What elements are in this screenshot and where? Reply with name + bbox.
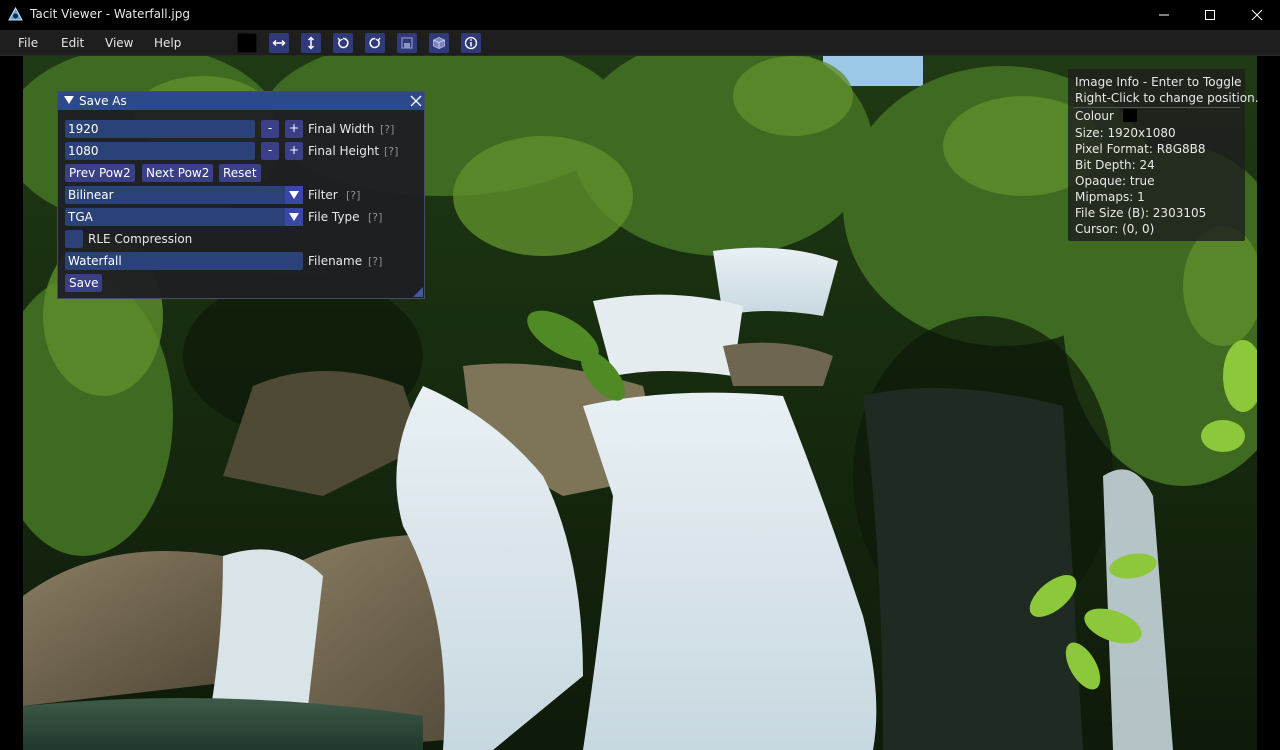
- flip-horizontal-icon: [272, 39, 286, 47]
- image-info-overlay[interactable]: Image Info - Enter to Toggle Right-Click…: [1068, 69, 1259, 241]
- save-as-header[interactable]: Save As: [58, 92, 424, 110]
- width-help[interactable]: [?]: [380, 123, 394, 136]
- info-icon: [464, 36, 478, 50]
- collapse-triangle-icon[interactable]: [64, 96, 74, 104]
- save-button[interactable]: [397, 33, 417, 53]
- rotate-ccw-icon: [337, 37, 349, 49]
- info-position-hint: Right-Click to change position.: [1075, 91, 1259, 105]
- final-width-label: Final Width: [308, 122, 375, 136]
- filter-dropdown-arrow-icon[interactable]: [285, 186, 303, 204]
- flip-horizontal-button[interactable]: [269, 33, 289, 53]
- menu-bar: File Edit View Help: [0, 30, 1280, 56]
- next-pow2-button[interactable]: Next Pow2: [142, 164, 214, 182]
- height-decrement-button[interactable]: -: [261, 142, 279, 160]
- flip-vertical-button[interactable]: [301, 33, 321, 53]
- rotate-ccw-button[interactable]: [333, 33, 353, 53]
- file-type-dropdown-arrow-icon[interactable]: [285, 208, 303, 226]
- save-as-title: Save As: [79, 94, 127, 108]
- minimize-icon: [1159, 14, 1169, 16]
- colour-swatch-button[interactable]: [237, 33, 257, 53]
- file-type-help[interactable]: [?]: [368, 211, 382, 224]
- info-pixel-format: Pixel Format: R8G8B8: [1075, 142, 1206, 156]
- reset-button[interactable]: Reset: [219, 164, 261, 182]
- info-toggle-hint: Image Info - Enter to Toggle: [1075, 75, 1242, 89]
- height-help[interactable]: [?]: [384, 145, 398, 158]
- rotate-cw-icon: [369, 37, 381, 49]
- info-file-size: File Size (B): 2303105: [1075, 206, 1207, 220]
- close-icon: [1251, 9, 1263, 21]
- close-window-button[interactable]: [1234, 0, 1280, 30]
- resize-grip-icon[interactable]: [413, 287, 423, 297]
- filename-help[interactable]: [?]: [368, 255, 382, 268]
- info-size: Size: 1920x1080: [1075, 126, 1176, 140]
- minimize-button[interactable]: [1141, 0, 1187, 30]
- height-increment-button[interactable]: +: [285, 142, 303, 160]
- filter-help[interactable]: [?]: [346, 189, 360, 202]
- save-file-button[interactable]: Save: [65, 274, 103, 292]
- rle-compression-label: RLE Compression: [88, 232, 193, 246]
- window-title: Tacit Viewer - Waterfall.jpg: [30, 7, 191, 21]
- info-cursor: Cursor: (0, 0): [1075, 222, 1155, 236]
- prev-pow2-button[interactable]: Prev Pow2: [65, 164, 135, 182]
- rotate-cw-button[interactable]: [365, 33, 385, 53]
- filter-select[interactable]: Bilinear: [65, 186, 303, 204]
- title-bar: Tacit Viewer - Waterfall.jpg: [0, 0, 1280, 30]
- filename-input[interactable]: Waterfall: [65, 252, 303, 270]
- save-disk-icon: [401, 37, 413, 49]
- file-type-label: File Type: [308, 210, 360, 224]
- filter-label: Filter: [308, 188, 338, 202]
- save-as-panel: Save As 1920 - + Final Width [?] 1080 - …: [57, 91, 425, 299]
- flip-vertical-icon: [307, 36, 315, 50]
- menu-help[interactable]: Help: [154, 36, 181, 50]
- final-height-label: Final Height: [308, 144, 380, 158]
- width-input[interactable]: 1920: [65, 120, 255, 138]
- maximize-button[interactable]: [1187, 0, 1233, 30]
- maximize-icon: [1205, 10, 1215, 20]
- menu-file[interactable]: File: [18, 36, 38, 50]
- info-opaque: Opaque: true: [1075, 174, 1155, 188]
- menu-edit[interactable]: Edit: [61, 36, 84, 50]
- width-decrement-button[interactable]: -: [261, 120, 279, 138]
- info-bit-depth: Bit Depth: 24: [1075, 158, 1155, 172]
- info-colour-swatch: [1123, 109, 1137, 122]
- menu-view[interactable]: View: [105, 36, 133, 50]
- width-increment-button[interactable]: +: [285, 120, 303, 138]
- cube-icon: [433, 37, 445, 49]
- height-input[interactable]: 1080: [65, 142, 255, 160]
- cube-button[interactable]: [429, 33, 449, 53]
- file-type-select[interactable]: TGA: [65, 208, 303, 226]
- info-button[interactable]: [461, 33, 481, 53]
- rle-compression-checkbox[interactable]: [65, 230, 83, 248]
- info-divider: [1073, 107, 1240, 108]
- filename-label: Filename: [308, 254, 363, 268]
- close-icon[interactable]: [410, 95, 422, 107]
- app-icon: [8, 7, 23, 21]
- info-colour-label: Colour: [1075, 109, 1114, 123]
- info-mipmaps: Mipmaps: 1: [1075, 190, 1145, 204]
